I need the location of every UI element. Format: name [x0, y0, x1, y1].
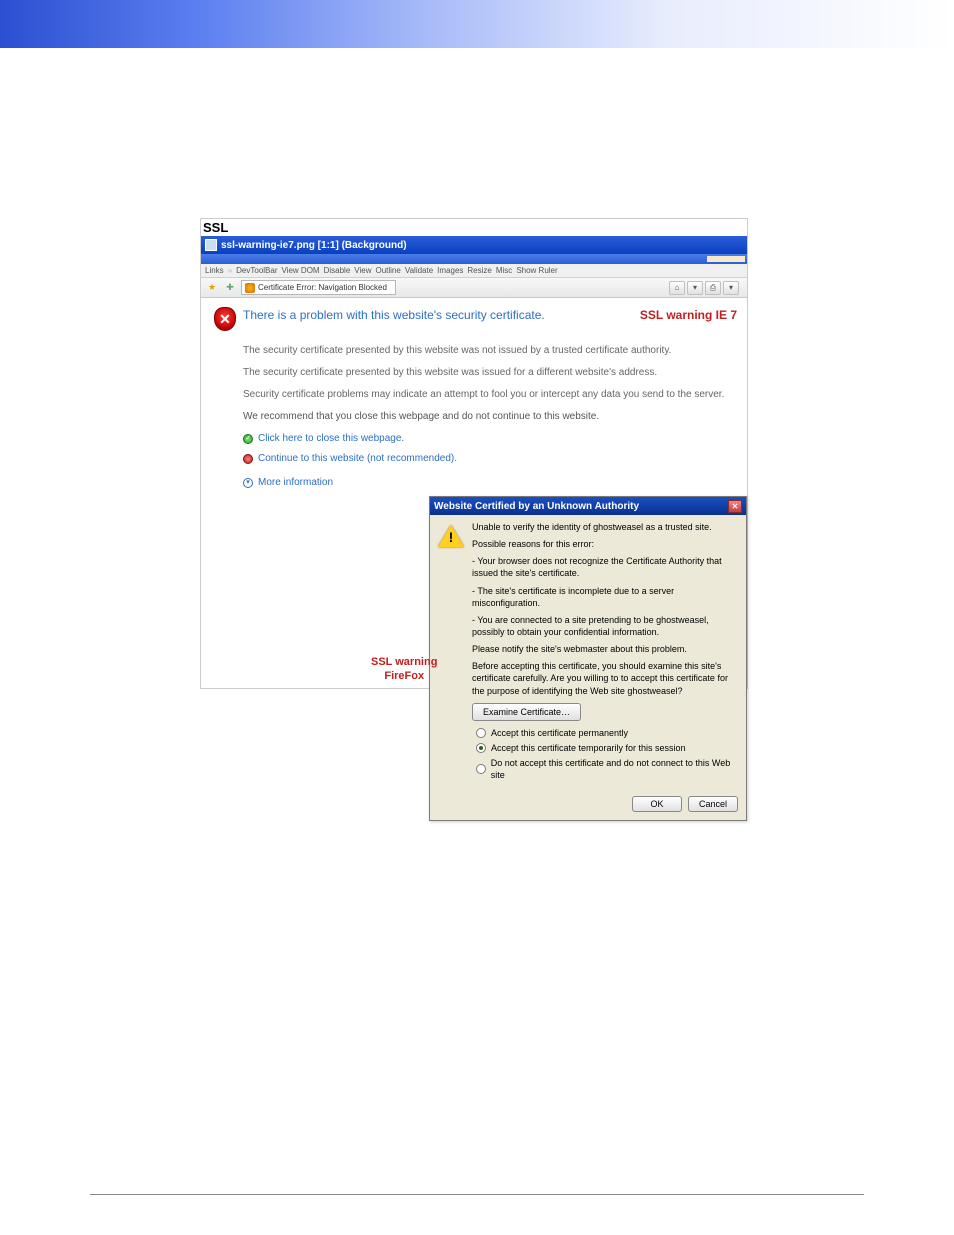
ff-line: Before accepting this certificate, you s… [472, 660, 738, 696]
home-button[interactable]: ⌂ [669, 281, 685, 295]
ff-reason: - You are connected to a site pretending… [472, 614, 738, 638]
dev-item[interactable]: Show Ruler [516, 266, 557, 275]
ff-reason: - The site's certificate is incomplete d… [472, 585, 738, 609]
ie-error-heading: There is a problem with this website's s… [243, 308, 624, 322]
dev-item[interactable]: Validate [405, 266, 433, 275]
footer-rule [90, 1194, 864, 1195]
ie-paragraph: Security certificate problems may indica… [243, 388, 737, 402]
ie-paragraph: The security certificate presented by th… [243, 344, 737, 358]
dev-item[interactable]: Disable [324, 266, 351, 275]
link-text: Click here to close this webpage. [258, 432, 404, 446]
page-header-gradient [0, 0, 954, 48]
image-editor-icon [205, 239, 217, 251]
radio-icon [476, 728, 486, 738]
ff-line: Possible reasons for this error: [472, 538, 738, 550]
ssl-figure: SSL ssl-warning-ie7.png [1:1] (Backgroun… [200, 218, 748, 689]
close-webpage-link[interactable]: ✓ Click here to close this webpage. [243, 432, 737, 446]
close-icon[interactable]: ✕ [728, 500, 742, 513]
print-button[interactable]: ⎙ [705, 281, 721, 295]
radio-label: Do not accept this certificate and do no… [491, 757, 738, 781]
chevron-down-icon: ▾ [243, 478, 253, 488]
dev-item[interactable]: View DOM [282, 266, 320, 275]
radio-label: Accept this certificate permanently [491, 727, 628, 739]
figure-heading: SSL [201, 219, 747, 236]
address-text: Certificate Error: Navigation Blocked [258, 283, 387, 292]
ff-reason: - Your browser does not recognize the Ce… [472, 555, 738, 579]
link-text: Continue to this website (not recommende… [258, 452, 457, 466]
check-icon: ✓ [243, 434, 253, 444]
more-info-link[interactable]: ▾ More information [243, 476, 737, 490]
dev-item[interactable]: Misc [496, 266, 512, 275]
radio-accept-session[interactable]: Accept this certificate temporarily for … [476, 742, 738, 754]
annotation-ie7: SSL warning IE 7 [640, 308, 737, 322]
dev-item[interactable]: DevToolBar [236, 266, 277, 275]
image-editor-title: ssl-warning-ie7.png [1:1] (Background) [221, 240, 407, 251]
radio-icon [476, 743, 486, 753]
favorites-icon[interactable]: ★ [205, 281, 219, 295]
warning-triangle-icon: ! [438, 525, 464, 549]
feeds-button[interactable]: ▾ [687, 281, 703, 295]
dev-item[interactable]: View [354, 266, 371, 275]
image-editor-titlebar: ssl-warning-ie7.png [1:1] (Background) [201, 236, 747, 254]
ie-paragraph: The security certificate presented by th… [243, 366, 737, 380]
tools-button[interactable]: ▾ [723, 281, 739, 295]
radio-accept-permanent[interactable]: Accept this certificate permanently [476, 727, 738, 739]
dev-item[interactable]: Images [437, 266, 463, 275]
continue-link[interactable]: Continue to this website (not recommende… [243, 452, 737, 466]
add-tab-icon[interactable]: ✚ [223, 281, 237, 295]
link-text: More information [258, 476, 333, 490]
examine-certificate-button[interactable]: Examine Certificate… [472, 703, 581, 721]
dev-item[interactable]: Outline [375, 266, 400, 275]
ff-line: Unable to verify the identity of ghostwe… [472, 521, 738, 533]
links-label: Links [205, 266, 224, 275]
dev-item[interactable]: Resize [467, 266, 491, 275]
ff-line: Please notify the site's webmaster about… [472, 643, 738, 655]
warning-icon [243, 454, 253, 464]
radio-label: Accept this certificate temporarily for … [491, 742, 686, 754]
address-bar[interactable]: Certificate Error: Navigation Blocked [241, 280, 396, 295]
shield-error-icon: ✕ [215, 308, 235, 330]
dialog-titlebar: Website Certified by an Unknown Authorit… [430, 497, 746, 515]
dialog-title: Website Certified by an Unknown Authorit… [434, 501, 639, 512]
ie-paragraph: We recommend that you close this webpage… [243, 410, 737, 424]
radio-icon [476, 764, 486, 774]
firefox-cert-dialog: Website Certified by an Unknown Authorit… [429, 496, 747, 821]
ok-button[interactable]: OK [632, 796, 682, 812]
dev-toolbar: Links » DevToolBar View DOM Disable View… [201, 264, 747, 278]
cert-error-icon [245, 283, 255, 293]
browser-titlebar-sliver [201, 254, 747, 264]
cancel-button[interactable]: Cancel [688, 796, 738, 812]
annotation-firefox: SSL warning FireFox [371, 656, 437, 684]
radio-do-not-accept[interactable]: Do not accept this certificate and do no… [476, 757, 738, 781]
ie-toolbar: ★ ✚ Certificate Error: Navigation Blocke… [201, 278, 747, 298]
ie-error-page: ✕ There is a problem with this website's… [201, 298, 747, 688]
